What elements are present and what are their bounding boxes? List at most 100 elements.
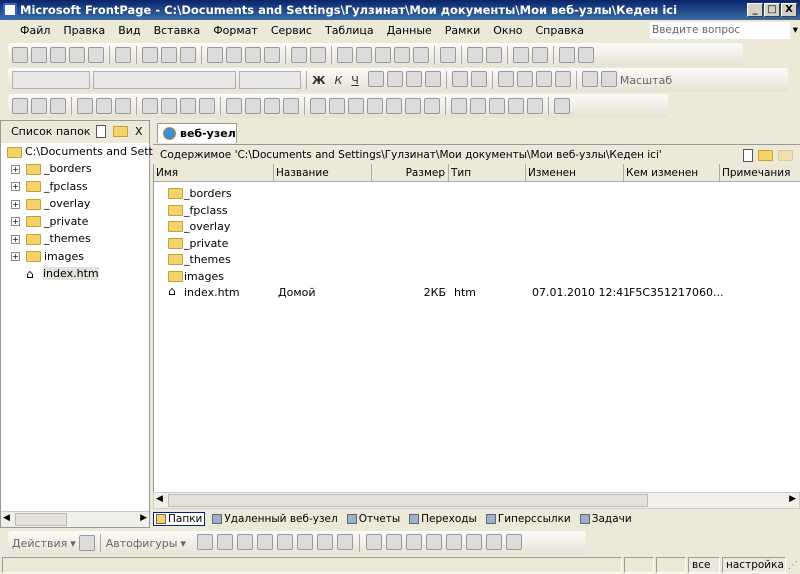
tree-item[interactable]: + _themes xyxy=(11,230,91,247)
tree-item[interactable]: + _private xyxy=(11,213,88,230)
expand-icon[interactable]: + xyxy=(11,252,20,261)
picture-icon[interactable] xyxy=(394,47,410,63)
justify-icon[interactable] xyxy=(424,71,441,87)
undo-icon[interactable] xyxy=(291,47,307,63)
search-icon[interactable] xyxy=(69,47,85,63)
less-contrast-icon[interactable] xyxy=(245,98,261,114)
more-brightness-icon[interactable] xyxy=(264,98,280,114)
cut-icon[interactable] xyxy=(207,47,223,63)
folder-list-hscrollbar[interactable]: ◀ ▶ xyxy=(1,511,149,527)
redo-icon[interactable] xyxy=(310,47,326,63)
menu-window[interactable]: Окно xyxy=(493,24,522,37)
drawing-icon[interactable] xyxy=(413,47,429,63)
rectangle-icon[interactable] xyxy=(470,98,486,114)
view-tab-hyperlinks[interactable]: Гиперссылки xyxy=(484,513,573,525)
oval-icon[interactable] xyxy=(489,98,505,114)
flip-horizontal-icon[interactable] xyxy=(180,98,196,114)
menu-format[interactable]: Формат xyxy=(213,24,258,37)
scroll-left-icon[interactable]: ◀ xyxy=(156,494,163,504)
print-icon[interactable] xyxy=(142,47,158,63)
scroll-right-icon[interactable]: ▶ xyxy=(140,513,147,523)
close-button[interactable]: X xyxy=(781,3,797,17)
crop-icon[interactable] xyxy=(310,98,326,114)
table-row[interactable]: _private xyxy=(154,235,800,252)
publish-icon[interactable] xyxy=(88,47,104,63)
insert-picture-icon[interactable] xyxy=(12,98,28,114)
borders-icon[interactable] xyxy=(581,71,598,87)
line-style-icon[interactable] xyxy=(329,98,345,114)
menu-insert[interactable]: Вставка xyxy=(154,24,201,37)
tree-item[interactable]: + images xyxy=(11,248,84,265)
tree-item[interactable]: + _fpclass xyxy=(11,178,88,195)
expand-icon[interactable]: + xyxy=(11,234,20,244)
tree-root[interactable]: C:\Documents and Setting xyxy=(7,143,170,160)
format-picture-icon[interactable] xyxy=(348,98,364,114)
bold-button[interactable]: Ж xyxy=(312,74,325,87)
bookmark-icon[interactable] xyxy=(532,47,548,63)
clip-art-icon[interactable] xyxy=(316,534,333,550)
zoom-dropdown[interactable]: Масштаб xyxy=(620,74,672,87)
flip-vertical-icon[interactable] xyxy=(199,98,215,114)
insert-table-icon[interactable] xyxy=(115,47,131,63)
align-right-icon[interactable] xyxy=(405,71,422,87)
refresh-icon[interactable] xyxy=(467,47,483,63)
ask-question-input[interactable]: Введите вопрос xyxy=(650,22,798,39)
view-tab-navigation[interactable]: Переходы xyxy=(407,513,479,525)
increase-font-icon[interactable] xyxy=(451,71,468,87)
text-box-icon[interactable] xyxy=(276,534,293,550)
menu-view[interactable]: Вид xyxy=(118,24,140,37)
scroll-right-icon[interactable]: ▶ xyxy=(789,494,796,504)
tab-web-site[interactable]: веб-узел xyxy=(157,123,237,143)
wordart-icon[interactable] xyxy=(296,534,313,550)
polygon-icon[interactable] xyxy=(508,98,524,114)
spelling-icon[interactable] xyxy=(180,47,196,63)
table-row[interactable]: images xyxy=(154,268,800,285)
resize-grip-icon[interactable]: ⋰ xyxy=(788,560,798,571)
rotate-left-icon[interactable] xyxy=(142,98,158,114)
scroll-thumb[interactable] xyxy=(168,494,648,507)
hyperlink-icon[interactable] xyxy=(440,47,456,63)
bring-forward-icon[interactable] xyxy=(96,98,112,114)
stop-icon[interactable] xyxy=(486,47,502,63)
position-absolute-icon[interactable] xyxy=(77,98,93,114)
table-row[interactable]: _borders xyxy=(154,185,800,202)
actions-menu[interactable]: Действия xyxy=(12,537,67,550)
table-row[interactable]: _overlay xyxy=(154,218,800,235)
column-header[interactable]: Изменен xyxy=(526,164,624,182)
open-icon[interactable] xyxy=(31,47,47,63)
select-icon[interactable] xyxy=(451,98,467,114)
auto-thumbnail-icon[interactable] xyxy=(50,98,66,114)
copy-icon[interactable] xyxy=(226,47,242,63)
new-page-icon[interactable] xyxy=(12,47,28,63)
tree-item[interactable]: + _overlay xyxy=(11,195,90,212)
font-color-icon[interactable] xyxy=(405,534,422,550)
line-color-icon[interactable] xyxy=(385,534,402,550)
scroll-left-icon[interactable]: ◀ xyxy=(3,513,10,523)
tree-item[interactable]: ⌂ index.htm xyxy=(26,265,99,282)
minimize-button[interactable]: _ xyxy=(747,3,763,17)
bullets-icon[interactable] xyxy=(516,71,533,87)
highlight-hotspots-icon[interactable] xyxy=(554,98,570,114)
text-icon[interactable] xyxy=(31,98,47,114)
format-painter-icon[interactable] xyxy=(264,47,280,63)
font-size-select[interactable] xyxy=(239,71,301,89)
column-header[interactable]: Имя xyxy=(154,164,274,182)
hotspot-icon[interactable] xyxy=(527,98,543,114)
line-style-icon[interactable] xyxy=(425,534,442,550)
menu-edit[interactable]: Правка xyxy=(63,24,105,37)
column-header[interactable]: Размер xyxy=(372,164,449,182)
menu-frames[interactable]: Рамки xyxy=(445,24,480,37)
3d-icon[interactable] xyxy=(505,534,522,550)
menu-help[interactable]: Справка xyxy=(536,24,584,37)
underline-button[interactable]: Ч xyxy=(351,74,359,87)
expand-icon[interactable]: + xyxy=(11,164,20,174)
save-icon[interactable] xyxy=(50,47,66,63)
expand-icon[interactable]: + xyxy=(11,182,20,191)
table-icon[interactable] xyxy=(356,47,372,63)
new-folder-icon[interactable] xyxy=(758,150,773,161)
select-pointer-icon[interactable] xyxy=(78,535,95,551)
menu-tools[interactable]: Сервис xyxy=(271,24,312,37)
up-folder-icon[interactable] xyxy=(778,150,793,161)
rectangle-icon[interactable] xyxy=(236,534,253,550)
view-tab-remote-web-site[interactable]: Удаленный веб-узел xyxy=(210,513,339,525)
